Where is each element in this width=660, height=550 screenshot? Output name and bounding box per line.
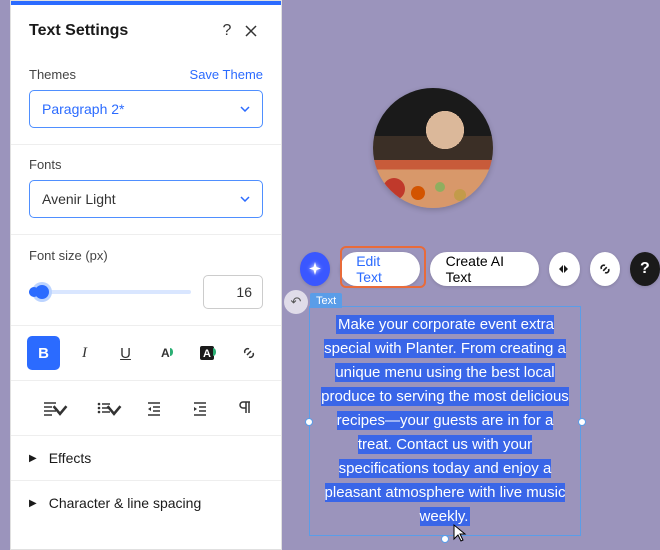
indent-decrease-button[interactable]	[135, 391, 173, 425]
chevron-down-icon	[240, 106, 250, 112]
animation-button[interactable]	[549, 252, 579, 286]
themes-section: Themes Save Theme Paragraph 2*	[11, 55, 281, 145]
fontsize-slider[interactable]	[29, 282, 191, 302]
resize-handle-right[interactable]	[578, 418, 586, 426]
ai-sparkle-button[interactable]	[300, 252, 330, 286]
char-spacing-label: Character & line spacing	[49, 495, 202, 511]
format-toolbar-2	[11, 381, 281, 436]
text-settings-panel: Text Settings ? Themes Save Theme Paragr…	[10, 0, 282, 550]
fontsize-section: Font size (px) 16	[11, 235, 281, 326]
fontsize-input[interactable]: 16	[203, 275, 263, 309]
list-button[interactable]	[81, 391, 127, 425]
text-color-button[interactable]: A	[150, 336, 183, 370]
element-action-bar: Edit Text Create AI Text ?	[300, 252, 660, 286]
text-direction-button[interactable]	[227, 391, 265, 425]
chevron-down-icon	[240, 196, 250, 202]
help-circle-button[interactable]: ?	[630, 252, 660, 286]
close-icon[interactable]	[239, 19, 263, 43]
fontsize-label: Font size (px)	[29, 248, 108, 263]
edit-text-button[interactable]: Edit Text	[340, 252, 419, 286]
theme-value: Paragraph 2*	[42, 101, 125, 117]
theme-dropdown[interactable]: Paragraph 2*	[29, 90, 263, 128]
panel-title: Text Settings	[29, 22, 215, 40]
save-theme-link[interactable]: Save Theme	[190, 67, 263, 82]
effects-label: Effects	[49, 450, 92, 466]
link-circle-button[interactable]	[590, 252, 620, 286]
link-button[interactable]	[232, 336, 265, 370]
help-icon[interactable]: ?	[215, 19, 239, 43]
font-dropdown[interactable]: Avenir Light	[29, 180, 263, 218]
align-button[interactable]	[27, 391, 73, 425]
underline-button[interactable]: U	[109, 336, 142, 370]
panel-header: Text Settings ?	[11, 5, 281, 55]
avatar-image[interactable]	[373, 88, 493, 208]
resize-handle-bottom[interactable]	[441, 535, 449, 543]
highlight-color-button[interactable]: A	[191, 336, 224, 370]
resize-handle-left[interactable]	[305, 418, 313, 426]
indent-increase-button[interactable]	[181, 391, 219, 425]
triangle-right-icon: ▶	[29, 498, 37, 509]
bold-button[interactable]: B	[27, 336, 60, 370]
triangle-right-icon: ▶	[29, 453, 37, 464]
char-spacing-row[interactable]: ▶ Character & line spacing	[11, 481, 281, 525]
create-ai-text-button[interactable]: Create AI Text	[430, 252, 540, 286]
create-ai-text-label: Create AI Text	[446, 253, 524, 285]
svg-text:A: A	[203, 348, 211, 360]
svg-text:A: A	[161, 346, 170, 360]
edit-text-label: Edit Text	[356, 253, 403, 285]
themes-label: Themes	[29, 67, 76, 82]
fonts-section: Fonts Avenir Light	[11, 145, 281, 235]
text-element[interactable]: Make your corporate event extra special …	[309, 306, 581, 536]
text-content: Make your corporate event extra special …	[321, 315, 569, 526]
fonts-label: Fonts	[29, 157, 62, 172]
format-toolbar-1: B I U A A	[11, 326, 281, 381]
italic-button[interactable]: I	[68, 336, 101, 370]
effects-row[interactable]: ▶ Effects	[11, 436, 281, 481]
undo-icon[interactable]: ↶	[284, 290, 308, 314]
fontsize-value: 16	[236, 284, 252, 300]
font-value: Avenir Light	[42, 191, 116, 207]
